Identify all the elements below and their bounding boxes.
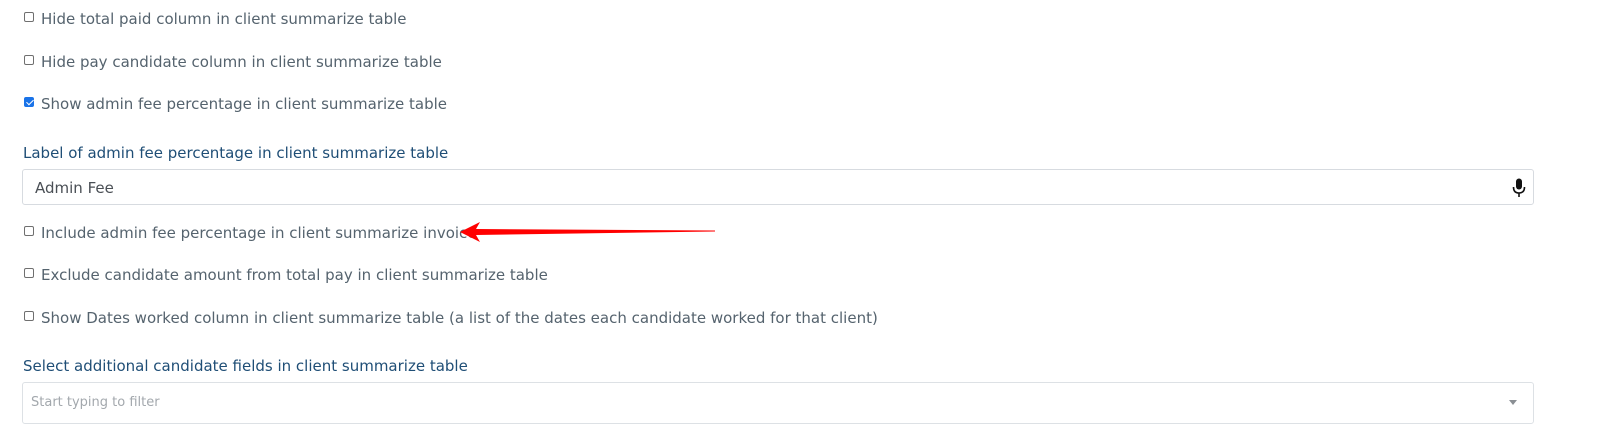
hide-pay-candidate-checkbox[interactable] (24, 55, 34, 65)
option-exclude-candidate-amount[interactable]: Exclude candidate amount from total pay … (24, 264, 548, 286)
hide-total-paid-label[interactable]: Hide total paid column in client summari… (41, 10, 407, 28)
additional-fields-placeholder[interactable]: Start typing to filter (31, 395, 160, 410)
option-hide-total-paid[interactable]: Hide total paid column in client summari… (24, 8, 407, 30)
additional-fields-select[interactable]: Start typing to filter (22, 382, 1534, 424)
caret-down-icon[interactable] (1509, 400, 1517, 405)
include-admin-fee-invoice-label[interactable]: Include admin fee percentage in client s… (41, 224, 477, 242)
show-dates-worked-checkbox[interactable] (24, 311, 34, 321)
additional-fields-heading: Select additional candidate fields in cl… (23, 357, 468, 375)
include-admin-fee-invoice-checkbox[interactable] (24, 226, 34, 236)
option-hide-pay-candidate[interactable]: Hide pay candidate column in client summ… (24, 51, 442, 73)
option-show-dates-worked[interactable]: Show Dates worked column in client summa… (24, 307, 878, 329)
show-admin-fee-label[interactable]: Show admin fee percentage in client summ… (41, 95, 447, 113)
microphone-icon[interactable] (1512, 178, 1526, 198)
option-include-admin-fee-invoice[interactable]: Include admin fee percentage in client s… (24, 222, 477, 244)
hide-pay-candidate-label[interactable]: Hide pay candidate column in client summ… (41, 53, 442, 71)
admin-fee-label-input[interactable]: Admin Fee (22, 169, 1534, 205)
admin-fee-label-value[interactable]: Admin Fee (35, 179, 114, 197)
exclude-candidate-amount-checkbox[interactable] (24, 268, 34, 278)
red-arrow-icon (460, 222, 715, 242)
hide-total-paid-checkbox[interactable] (24, 12, 34, 22)
show-dates-worked-label[interactable]: Show Dates worked column in client summa… (41, 309, 878, 327)
exclude-candidate-amount-label[interactable]: Exclude candidate amount from total pay … (41, 266, 548, 284)
option-show-admin-fee[interactable]: Show admin fee percentage in client summ… (24, 93, 447, 115)
show-admin-fee-checkbox[interactable] (24, 97, 34, 107)
admin-fee-label-heading: Label of admin fee percentage in client … (23, 144, 449, 162)
